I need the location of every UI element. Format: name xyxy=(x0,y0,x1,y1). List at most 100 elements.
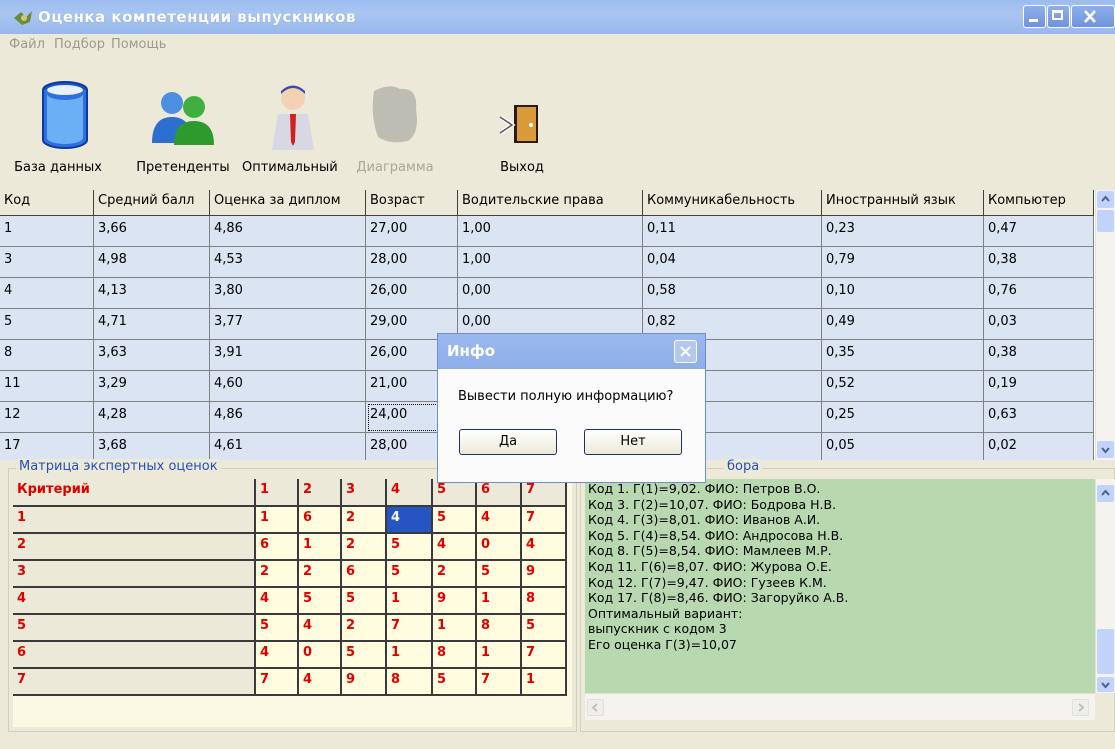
table-cell[interactable]: 4,60 xyxy=(210,371,366,402)
matrix-cell[interactable]: 2 xyxy=(433,561,477,588)
matrix-cell[interactable]: 4 xyxy=(387,507,433,534)
table-cell[interactable]: 4,98 xyxy=(94,247,210,278)
column-header[interactable]: Код xyxy=(0,190,94,216)
table-cell[interactable]: 8 xyxy=(0,340,94,371)
table-cell[interactable]: 0,52 xyxy=(822,371,984,402)
matrix-cell[interactable]: 1 xyxy=(387,642,433,669)
matrix-cell[interactable]: 7 xyxy=(387,615,433,642)
column-header[interactable]: Коммуникабельность xyxy=(643,190,822,216)
table-cell[interactable]: 4,71 xyxy=(94,309,210,340)
matrix-cell[interactable]: 4 xyxy=(299,615,342,642)
table-cell[interactable]: 0,00 xyxy=(458,278,643,309)
table-cell[interactable]: 0,35 xyxy=(822,340,984,371)
matrix-cell[interactable]: 2 xyxy=(342,615,387,642)
scroll-up-button[interactable] xyxy=(1097,191,1114,208)
matrix-cell[interactable]: 8 xyxy=(433,642,477,669)
scroll-thumb[interactable] xyxy=(1097,210,1114,232)
matrix-cell[interactable]: 5 xyxy=(433,507,477,534)
matrix-row-header[interactable]: 3 xyxy=(13,561,256,588)
column-header[interactable]: Водительские права xyxy=(458,190,643,216)
table-cell[interactable]: 0,11 xyxy=(643,216,822,247)
optimal-button[interactable]: Оптимальный xyxy=(242,56,338,184)
table-cell[interactable]: 3,91 xyxy=(210,340,366,371)
table-cell[interactable]: 0,76 xyxy=(984,278,1094,309)
matrix-cell[interactable]: 0 xyxy=(299,642,342,669)
table-cell[interactable]: 4,61 xyxy=(210,433,366,460)
matrix-cell[interactable]: 2 xyxy=(342,534,387,561)
matrix-cell[interactable]: 6 xyxy=(299,507,342,534)
matrix-cell[interactable]: 7 xyxy=(256,669,299,696)
candidates-button[interactable]: Претенденты xyxy=(132,56,234,184)
table-cell[interactable]: 0,04 xyxy=(643,247,822,278)
matrix-cell[interactable]: 4 xyxy=(522,534,567,561)
matrix-cell[interactable]: 1 xyxy=(477,642,522,669)
table-cell[interactable]: 0,38 xyxy=(984,247,1094,278)
table-cell[interactable]: 0,03 xyxy=(984,309,1094,340)
yes-button[interactable]: Да xyxy=(459,429,557,455)
matrix-cell[interactable]: 2 xyxy=(256,561,299,588)
matrix-cell[interactable]: 6 xyxy=(342,561,387,588)
table-cell[interactable]: 0,63 xyxy=(984,402,1094,433)
table-cell[interactable]: 17 xyxy=(0,433,94,460)
column-header[interactable]: Оценка за диплом xyxy=(210,190,366,216)
table-cell[interactable]: 0,58 xyxy=(643,278,822,309)
table-cell[interactable]: 0,25 xyxy=(822,402,984,433)
matrix-cell[interactable]: 2 xyxy=(342,507,387,534)
table-cell[interactable]: 4,28 xyxy=(94,402,210,433)
table-cell[interactable]: 4 xyxy=(0,278,94,309)
matrix-cell[interactable]: 7 xyxy=(522,642,567,669)
table-cell[interactable]: 27,00 xyxy=(366,216,458,247)
close-window-button[interactable] xyxy=(1071,5,1115,28)
matrix-cell[interactable]: 8 xyxy=(522,588,567,615)
matrix-cell[interactable]: 6 xyxy=(256,534,299,561)
matrix-row-header[interactable]: 6 xyxy=(13,642,256,669)
table-cell[interactable]: 12 xyxy=(0,402,94,433)
table-cell[interactable]: 0,05 xyxy=(822,433,984,460)
matrix-cell[interactable]: 4 xyxy=(256,642,299,669)
scroll-left-button[interactable] xyxy=(587,699,604,716)
matrix-row-header[interactable]: 7 xyxy=(13,669,256,696)
matrix-cell[interactable]: 7 xyxy=(522,507,567,534)
results-scroll-thumb[interactable] xyxy=(1097,629,1114,674)
table-cell[interactable]: 3,68 xyxy=(94,433,210,460)
matrix-cell[interactable]: 4 xyxy=(477,507,522,534)
matrix-cell[interactable]: 0 xyxy=(477,534,522,561)
column-header[interactable]: Средний балл xyxy=(94,190,210,216)
menu-file[interactable]: Файл xyxy=(9,37,45,52)
table-cell[interactable]: 0,23 xyxy=(822,216,984,247)
table-cell[interactable]: 1,00 xyxy=(458,247,643,278)
matrix-cell[interactable]: 5 xyxy=(342,588,387,615)
dialog-close-button[interactable] xyxy=(674,340,697,363)
table-cell[interactable]: 3,80 xyxy=(210,278,366,309)
scroll-right-button[interactable] xyxy=(1072,699,1089,716)
matrix-cell[interactable]: 5 xyxy=(477,561,522,588)
table-cell[interactable]: 3,63 xyxy=(94,340,210,371)
table-cell[interactable]: 0,79 xyxy=(822,247,984,278)
matrix-cell[interactable]: 4 xyxy=(256,588,299,615)
table-cell[interactable]: 11 xyxy=(0,371,94,402)
matrix-row-header[interactable]: 1 xyxy=(13,507,256,534)
table-cell[interactable]: 1 xyxy=(0,216,94,247)
table-cell[interactable]: 3,29 xyxy=(94,371,210,402)
menu-select[interactable]: Подбор xyxy=(54,37,105,52)
matrix-cell[interactable]: 4 xyxy=(299,669,342,696)
matrix-cell[interactable]: 5 xyxy=(387,561,433,588)
table-cell[interactable]: 0,02 xyxy=(984,433,1094,460)
matrix-cell[interactable]: 5 xyxy=(342,642,387,669)
maximize-button[interactable] xyxy=(1047,5,1070,28)
table-cell[interactable]: 4,53 xyxy=(210,247,366,278)
table-cell[interactable]: 0,10 xyxy=(822,278,984,309)
table-cell[interactable]: 0,19 xyxy=(984,371,1094,402)
matrix-cell[interactable]: 9 xyxy=(342,669,387,696)
matrix-cell[interactable]: 1 xyxy=(433,615,477,642)
scroll-down-button[interactable] xyxy=(1097,441,1114,458)
table-cell[interactable]: 4,86 xyxy=(210,216,366,247)
table-cell[interactable]: 28,00 xyxy=(366,247,458,278)
matrix-cell[interactable]: 1 xyxy=(256,507,299,534)
table-cell[interactable]: 4,13 xyxy=(94,278,210,309)
no-button[interactable]: Нет xyxy=(584,429,682,455)
results-hscrollbar[interactable] xyxy=(585,693,1095,720)
matrix-cell[interactable]: 2 xyxy=(299,561,342,588)
column-header[interactable]: Возраст xyxy=(366,190,458,216)
matrix-cell[interactable]: 5 xyxy=(433,669,477,696)
